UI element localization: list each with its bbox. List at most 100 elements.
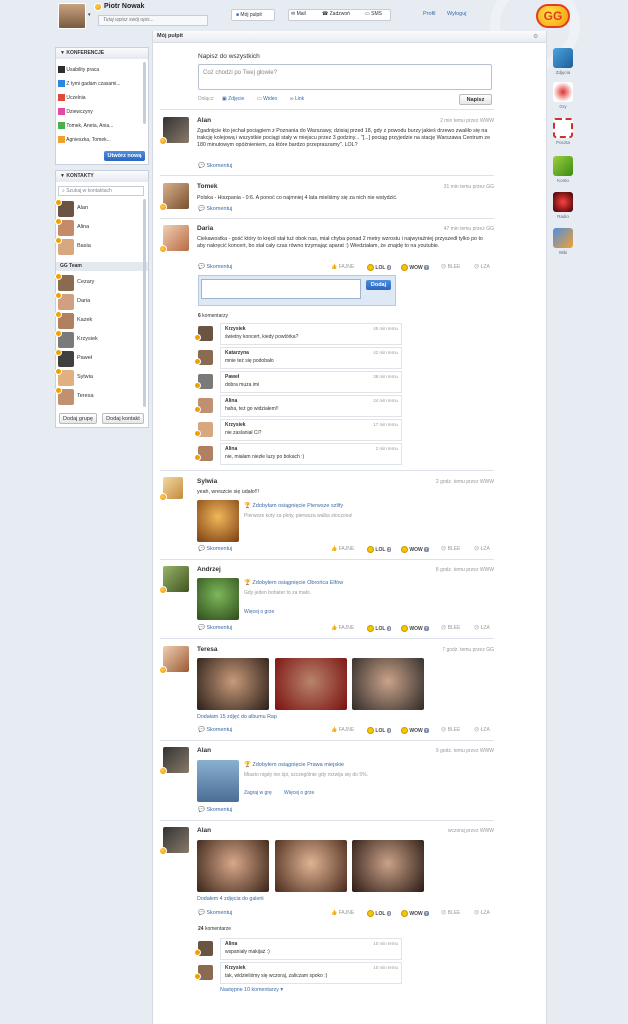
profile-link[interactable]: Profil bbox=[423, 11, 436, 17]
contact-name[interactable]: Sylwia bbox=[77, 374, 93, 380]
reaction-lol[interactable]: LOL 3 bbox=[367, 546, 392, 553]
conference-item[interactable]: Tomek, Aneta, Ania... bbox=[58, 122, 113, 129]
reaction-blee[interactable]: ☹ BLEE bbox=[441, 910, 460, 916]
album-photo[interactable] bbox=[197, 658, 269, 710]
achievement-image[interactable] bbox=[197, 760, 239, 802]
wiki-app-icon[interactable] bbox=[553, 228, 573, 248]
play-game-link[interactable]: Zagraj w grę bbox=[244, 790, 272, 796]
reaction-blee[interactable]: ☹ BLEE bbox=[441, 264, 460, 270]
attach-link[interactable]: ∞ Link bbox=[290, 96, 304, 102]
radio-app-icon[interactable] bbox=[553, 192, 573, 212]
reaction-lol[interactable]: LOL 3 bbox=[367, 264, 392, 271]
comment-link[interactable]: 💬 Skomentuj bbox=[198, 727, 232, 733]
album-photo[interactable] bbox=[352, 658, 424, 710]
comment-link[interactable]: 💬 Skomentuj bbox=[198, 206, 232, 212]
comment-author[interactable]: Alina bbox=[225, 398, 237, 404]
comment-link[interactable]: 💬 Skomentuj bbox=[198, 546, 232, 552]
attach-video[interactable]: ▭ Wideo bbox=[257, 96, 277, 102]
comment-author[interactable]: Paweł bbox=[225, 374, 239, 380]
submit-post-button[interactable]: Napisz bbox=[459, 94, 492, 105]
compose-input[interactable]: Coż chodzi po Twej głowie? bbox=[198, 64, 492, 90]
gg-logo[interactable]: GG bbox=[536, 4, 570, 28]
reaction-blee[interactable]: ☹ BLEE bbox=[441, 546, 460, 552]
reaction-fajne[interactable]: 👍 FAJNE bbox=[331, 264, 354, 270]
reaction-lza[interactable]: ☹ ŁZA bbox=[474, 910, 490, 916]
comment-link[interactable]: 💬 Skomentuj bbox=[198, 910, 232, 916]
add-group-button[interactable]: Dodaj grupę bbox=[59, 413, 97, 424]
status-input[interactable]: Tutaj wpisz swój opis... bbox=[98, 15, 208, 26]
reaction-fajne[interactable]: 👍 FAJNE bbox=[331, 910, 354, 916]
contacts-header[interactable]: ▼ KONTAKTY bbox=[56, 171, 148, 182]
gallery-photo[interactable] bbox=[197, 840, 269, 892]
avatar-menu-arrow[interactable]: ▾ bbox=[88, 12, 91, 18]
contact-name[interactable]: Daria bbox=[77, 298, 90, 304]
logout-link[interactable]: Wyloguj bbox=[447, 11, 467, 17]
contact-name[interactable]: Kazek bbox=[77, 317, 92, 323]
comment-author[interactable]: Alina bbox=[225, 941, 237, 947]
contact-name[interactable]: Alina bbox=[77, 224, 89, 230]
achievement-title[interactable]: 🏆 Zdobyłem osiągnięcie Obrońca Elfów bbox=[244, 580, 343, 586]
comment-link[interactable]: 💬 Skomentuj bbox=[198, 625, 232, 631]
contact-name[interactable]: Cezary bbox=[77, 279, 94, 285]
comment-author[interactable]: Alina bbox=[225, 446, 237, 452]
reaction-lol[interactable]: LOL 3 bbox=[367, 625, 392, 632]
reaction-fajne[interactable]: 👍 FAJNE bbox=[331, 625, 354, 631]
conference-item[interactable]: Dziewczyny bbox=[58, 108, 93, 115]
nav-call[interactable]: ☎ Zadzwoń bbox=[322, 11, 350, 17]
achievement-image[interactable] bbox=[197, 500, 239, 542]
reaction-lol[interactable]: LOL 3 bbox=[367, 727, 392, 734]
post-author[interactable]: Alan bbox=[197, 827, 211, 834]
conference-item[interactable]: Z tymi gadam czasami... bbox=[58, 80, 121, 87]
attach-photo[interactable]: ▣ Zdjęcie bbox=[222, 96, 244, 102]
achievement-title[interactable]: 🏆 Zdobyłem osiągnięcie Prawa miejskie bbox=[244, 762, 344, 768]
comment-link[interactable]: 💬 Skomentuj bbox=[198, 264, 232, 270]
achievement-image[interactable] bbox=[197, 578, 239, 620]
reaction-lza[interactable]: ☹ ŁZA bbox=[474, 546, 490, 552]
more-about-game-link[interactable]: Więcej o grze bbox=[244, 609, 274, 615]
contact-name[interactable]: Basia bbox=[77, 243, 91, 249]
post-author[interactable]: Sylwia bbox=[197, 478, 217, 485]
reply-submit-button[interactable]: Dodaj bbox=[366, 280, 391, 290]
mail-app-icon[interactable] bbox=[553, 118, 573, 138]
reaction-wow[interactable]: WOW 7 bbox=[401, 910, 429, 917]
reaction-lol[interactable]: LOL 3 bbox=[367, 910, 392, 917]
contact-name[interactable]: Krzysiek bbox=[77, 336, 98, 342]
contact-group-header[interactable]: GG Team bbox=[56, 262, 148, 271]
reaction-wow[interactable]: WOW 7 bbox=[401, 546, 429, 553]
album-photo[interactable] bbox=[275, 658, 347, 710]
conferences-header[interactable]: ▼ KONFERENCJE bbox=[56, 48, 148, 59]
comment-author[interactable]: Katarzyna bbox=[225, 350, 249, 356]
post-author[interactable]: Andrzej bbox=[197, 566, 221, 573]
reply-input[interactable] bbox=[201, 279, 361, 299]
post-author[interactable]: Alan bbox=[197, 747, 211, 754]
reaction-blee[interactable]: ☹ BLEE bbox=[441, 625, 460, 631]
contacts-scrollbar[interactable] bbox=[143, 199, 146, 407]
post-author[interactable]: Tomek bbox=[197, 183, 217, 190]
settings-icon[interactable]: ⚙ bbox=[533, 33, 538, 40]
conference-item[interactable]: Agnieszka, Tomek... bbox=[58, 136, 111, 143]
next-comments-link[interactable]: Następne 10 komentarzy ▾ bbox=[220, 987, 283, 993]
add-contact-button[interactable]: Dodaj kontakt bbox=[102, 413, 144, 424]
create-conference-button[interactable]: Utwórz nową bbox=[104, 151, 145, 161]
nav-sms[interactable]: ▭ SMS bbox=[365, 11, 382, 17]
post-author[interactable]: Alan bbox=[197, 117, 211, 124]
gallery-link[interactable]: Dodałem 4 zdjęcia do galerii bbox=[197, 896, 264, 902]
gallery-photo[interactable] bbox=[275, 840, 347, 892]
comment-link[interactable]: 💬 Skomentuj bbox=[198, 163, 232, 169]
contact-name[interactable]: Teresa bbox=[77, 393, 94, 399]
photos-app-icon[interactable] bbox=[553, 48, 573, 68]
comment-author[interactable]: Krzysiek bbox=[225, 326, 246, 332]
user-avatar[interactable] bbox=[58, 3, 86, 29]
achievement-title[interactable]: 🏆 Zdobyłam osiągnięcie Pierwsze szlify bbox=[244, 503, 343, 509]
reaction-lza[interactable]: ☹ ŁZA bbox=[474, 727, 490, 733]
status-icon[interactable] bbox=[94, 3, 102, 11]
reaction-blee[interactable]: ☹ BLEE bbox=[441, 727, 460, 733]
reaction-lza[interactable]: ☹ ŁZA bbox=[474, 264, 490, 270]
gallery-photo[interactable] bbox=[352, 840, 424, 892]
account-app-icon[interactable] bbox=[553, 156, 573, 176]
contact-name[interactable]: Paweł bbox=[77, 355, 92, 361]
conferences-scrollbar[interactable] bbox=[143, 62, 146, 124]
post-author[interactable]: Teresa bbox=[197, 646, 217, 653]
reaction-lza[interactable]: ☹ ŁZA bbox=[474, 625, 490, 631]
conference-item[interactable]: Usability praca bbox=[58, 66, 99, 73]
